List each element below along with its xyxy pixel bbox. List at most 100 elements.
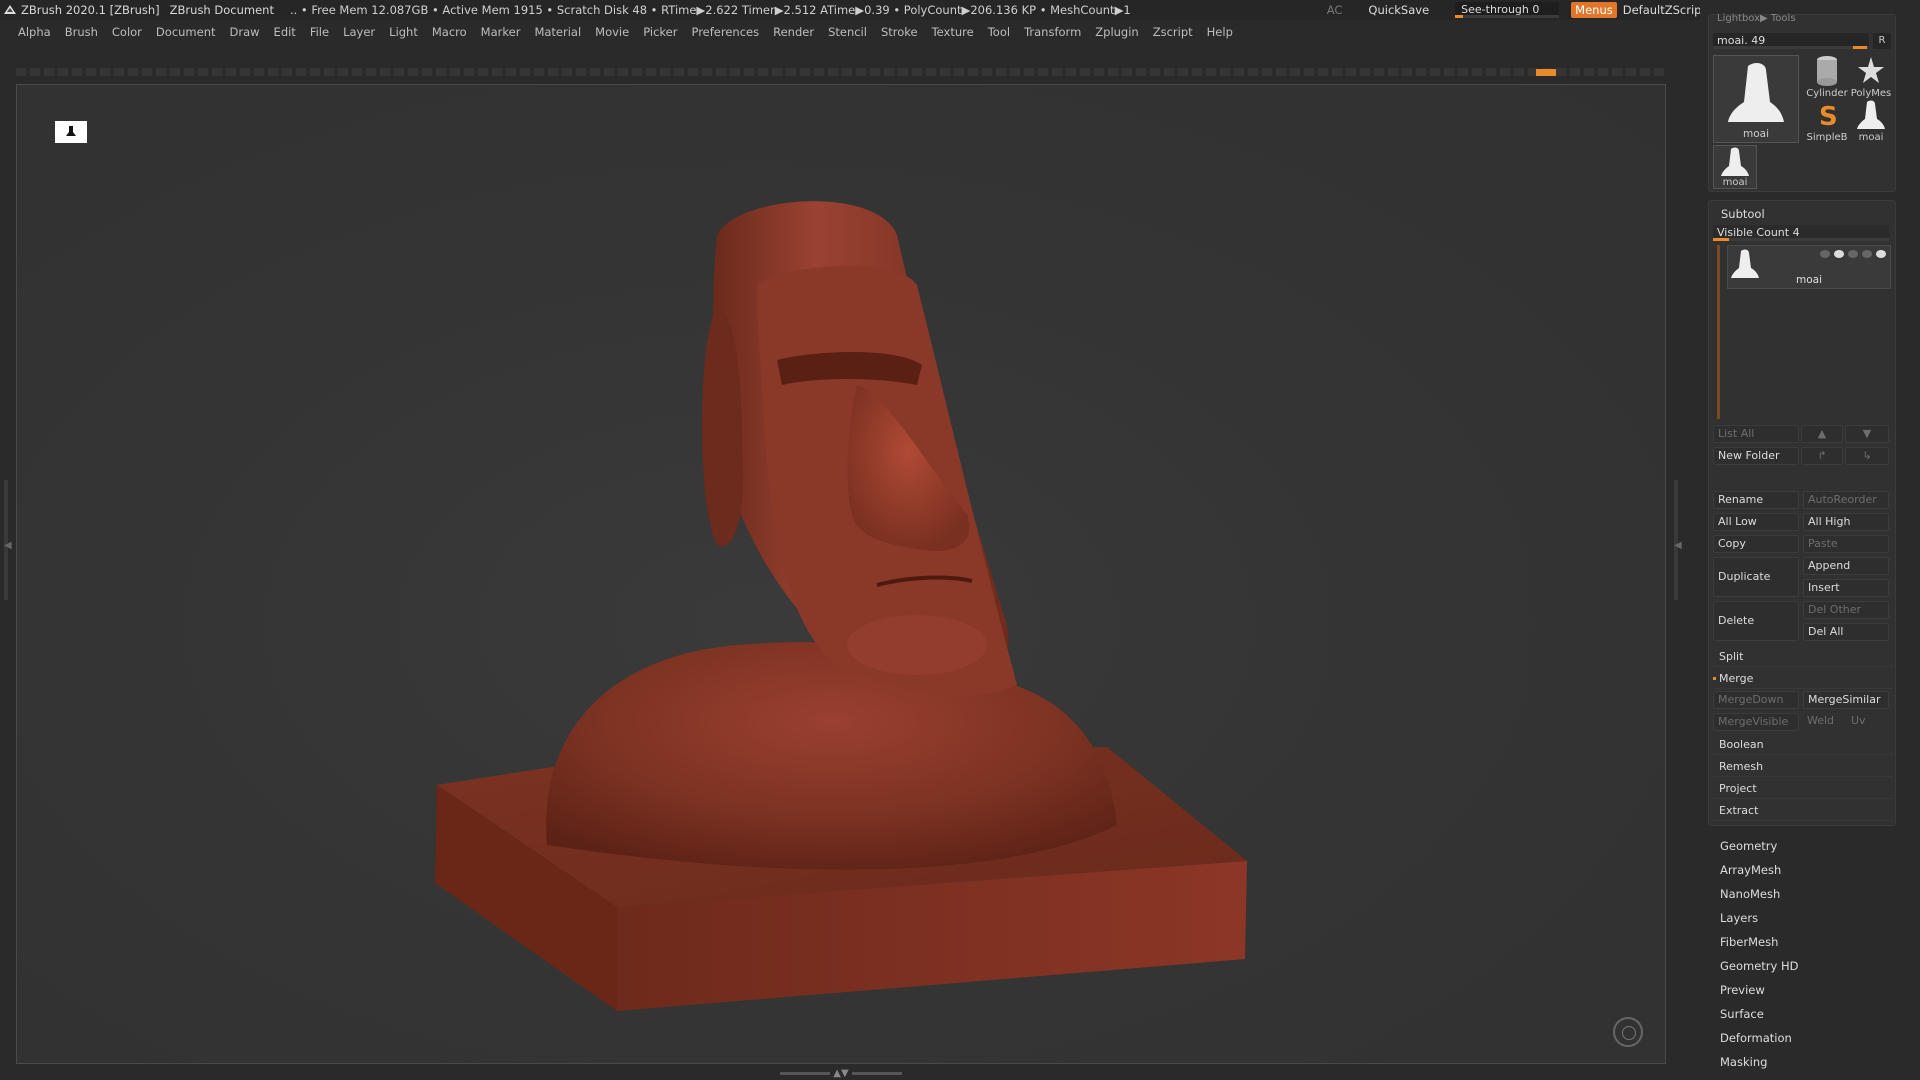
remesh-section[interactable]: Remesh [1713, 757, 1893, 777]
copy-button[interactable]: Copy [1713, 535, 1799, 553]
moai-model[interactable] [17, 85, 1666, 1064]
menu-stroke[interactable]: Stroke [881, 25, 918, 39]
tool-slider[interactable]: moai. 49 [1713, 33, 1869, 49]
fibermesh-section[interactable]: FiberMesh [1708, 930, 1896, 954]
all-high-button[interactable]: All High [1803, 513, 1889, 531]
geometry-hd-section[interactable]: Geometry HD [1708, 954, 1896, 978]
subtool-list[interactable]: moai [1717, 245, 1891, 419]
navigation-gizmo-icon[interactable] [1613, 1017, 1643, 1047]
default-zscript-button[interactable]: DefaultZScript [1623, 3, 1706, 17]
menu-texture[interactable]: Texture [932, 25, 974, 39]
menu-marker[interactable]: Marker [481, 25, 521, 39]
menu-transform[interactable]: Transform [1024, 25, 1081, 39]
mergevisible-button[interactable]: MergeVisible [1713, 713, 1799, 731]
move-down-arrow-icon[interactable]: ▼ [1845, 425, 1889, 443]
tool-subpalettes: Geometry ArrayMesh NanoMesh Layers Fiber… [1708, 834, 1896, 1074]
folder-move-up-icon[interactable]: ↱ [1801, 447, 1843, 465]
project-section[interactable]: Project [1713, 779, 1893, 799]
left-tray-arrow-icon[interactable]: ◀ [4, 540, 12, 551]
zbrush-logo-icon [4, 5, 16, 14]
timeline-marker[interactable] [1536, 69, 1556, 76]
document-canvas[interactable] [16, 84, 1666, 1064]
merge-label: Merge [1719, 672, 1754, 685]
menu-zplugin[interactable]: Zplugin [1095, 25, 1138, 39]
right-tray-arrow-icon[interactable]: ◀ [1674, 540, 1682, 551]
menu-tool[interactable]: Tool [988, 25, 1010, 39]
nanomesh-section[interactable]: NanoMesh [1708, 882, 1896, 906]
menu-light[interactable]: Light [389, 25, 418, 39]
move-up-arrow-icon[interactable]: ▲ [1801, 425, 1843, 443]
bottom-tray-toggle[interactable]: ▲▼ [776, 1068, 906, 1079]
visible-count-slider[interactable]: Visible Count 4 [1713, 225, 1889, 241]
solo-toggle-icon[interactable] [1834, 250, 1844, 258]
menu-document[interactable]: Document [156, 25, 216, 39]
menu-render[interactable]: Render [773, 25, 814, 39]
geometry-section[interactable]: Geometry [1708, 834, 1896, 858]
folder-move-down-icon[interactable]: ↳ [1845, 447, 1889, 465]
menu-layer[interactable]: Layer [343, 25, 375, 39]
expand-bottom-icon[interactable]: ▲▼ [833, 1068, 848, 1079]
del-other-button[interactable]: Del Other [1803, 601, 1889, 619]
surface-section[interactable]: Surface [1708, 1002, 1896, 1026]
menu-edit[interactable]: Edit [274, 25, 296, 39]
tool-thumb-moai[interactable]: moai [1849, 99, 1893, 143]
merge-section[interactable]: Merge [1713, 669, 1893, 689]
menu-macro[interactable]: Macro [432, 25, 467, 39]
arraymesh-section[interactable]: ArrayMesh [1708, 858, 1896, 882]
menu-help[interactable]: Help [1207, 25, 1233, 39]
paste-button[interactable]: Paste [1803, 535, 1889, 553]
menu-brush[interactable]: Brush [65, 25, 98, 39]
new-folder-button[interactable]: New Folder [1713, 447, 1799, 465]
tool-thumb-simplebrush[interactable]: S SimpleB [1805, 99, 1849, 143]
weld-toggle[interactable]: Weld [1803, 713, 1845, 731]
r-button[interactable]: R [1873, 33, 1891, 49]
current-tool-thumbnail[interactable]: moai [1713, 55, 1799, 143]
deformation-section[interactable]: Deformation [1708, 1026, 1896, 1050]
split-section[interactable]: Split [1713, 647, 1893, 667]
ac-button[interactable]: AC [1327, 3, 1343, 17]
menu-draw[interactable]: Draw [230, 25, 260, 39]
delete-button[interactable]: Delete [1713, 601, 1799, 641]
status-stats: .. • Free Mem 12.087GB • Active Mem 1915… [289, 3, 1131, 17]
del-all-button[interactable]: Del All [1803, 623, 1889, 641]
quicksave-button[interactable]: QuickSave [1368, 3, 1429, 17]
extract-section[interactable]: Extract [1713, 801, 1893, 821]
preview-section[interactable]: Preview [1708, 978, 1896, 1002]
mergedown-button[interactable]: MergeDown [1713, 691, 1799, 709]
dynamic-toggle-icon[interactable] [1848, 250, 1858, 258]
polypaint-toggle-icon[interactable] [1820, 250, 1830, 258]
layers-section[interactable]: Layers [1708, 906, 1896, 930]
blend-toggle-icon[interactable] [1862, 250, 1872, 258]
mergesimilar-button[interactable]: MergeSimilar [1803, 691, 1889, 709]
insert-button[interactable]: Insert [1803, 579, 1889, 597]
subtool-list-scrollbar[interactable] [1717, 245, 1720, 419]
tool-thumb-moai-2[interactable]: moai [1713, 145, 1757, 189]
menu-movie[interactable]: Movie [595, 25, 629, 39]
menu-alpha[interactable]: Alpha [18, 25, 51, 39]
menu-preferences[interactable]: Preferences [691, 25, 759, 39]
menu-zscript[interactable]: Zscript [1153, 25, 1193, 39]
timeline-ruler[interactable] [16, 68, 1664, 76]
visibility-eye-icon[interactable] [1876, 250, 1886, 258]
subtool-title[interactable]: Subtool [1721, 207, 1765, 221]
duplicate-button[interactable]: Duplicate [1713, 557, 1799, 597]
menu-picker[interactable]: Picker [643, 25, 677, 39]
menu-file[interactable]: File [310, 25, 329, 39]
uv-toggle[interactable]: Uv [1847, 713, 1889, 731]
all-low-button[interactable]: All Low [1713, 513, 1799, 531]
menu-stencil[interactable]: Stencil [828, 25, 867, 39]
masking-section[interactable]: Masking [1708, 1050, 1896, 1074]
boolean-section[interactable]: Boolean [1713, 735, 1893, 755]
append-button[interactable]: Append [1803, 557, 1889, 575]
list-all-button[interactable]: List All [1713, 425, 1799, 443]
lightbox-tools-label[interactable]: Lightbox▶ Tools [1717, 13, 1796, 24]
menus-toggle-button[interactable]: Menus [1571, 2, 1617, 18]
tool-thumb-cylinder[interactable]: Cylinder [1805, 55, 1849, 99]
subtool-item[interactable]: moai [1727, 245, 1891, 289]
autoreorder-button[interactable]: AutoReorder [1803, 491, 1889, 509]
menu-color[interactable]: Color [112, 25, 142, 39]
rename-button[interactable]: Rename [1713, 491, 1799, 509]
see-through-slider[interactable]: See-through 0 [1455, 2, 1560, 18]
menu-material[interactable]: Material [534, 25, 581, 39]
tool-thumb-polymesh[interactable]: PolyMes [1849, 55, 1893, 99]
